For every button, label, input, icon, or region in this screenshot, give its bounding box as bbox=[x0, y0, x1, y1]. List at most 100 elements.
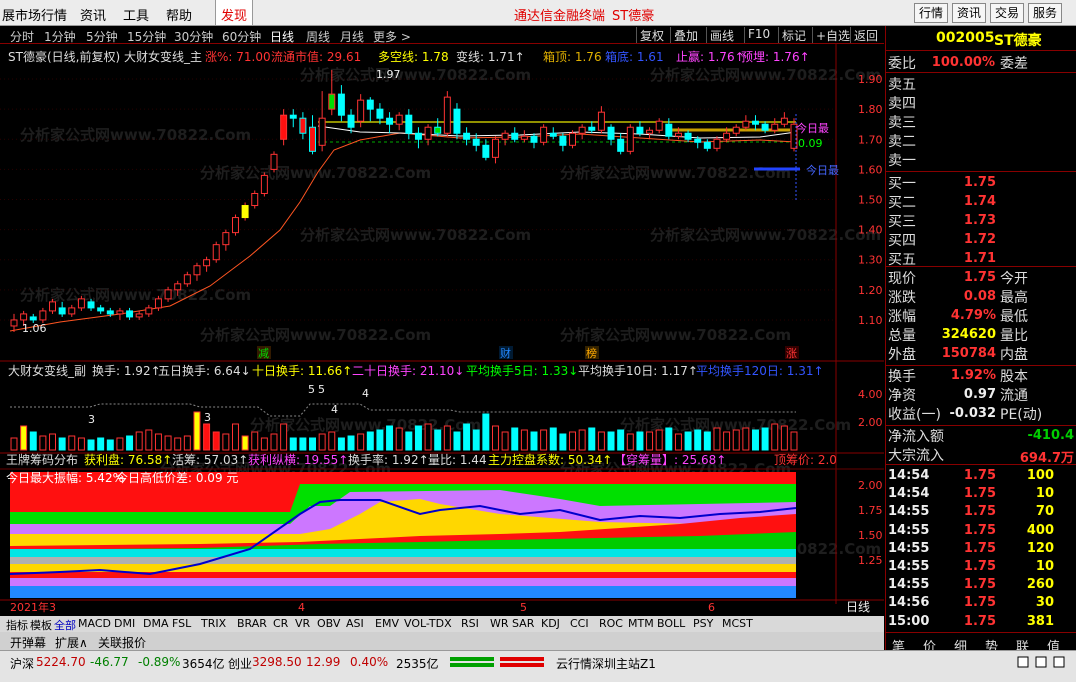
mark-button[interactable]: 标记 bbox=[778, 27, 806, 43]
event-rise[interactable]: 涨 bbox=[786, 347, 797, 360]
indicator-tab[interactable]: CR bbox=[273, 617, 288, 630]
indicator-tab[interactable]: BOLL bbox=[657, 617, 685, 630]
danmu-button[interactable]: 开弹幕 bbox=[10, 634, 46, 651]
turnover-bar bbox=[578, 429, 586, 451]
watermark-text: 分析家公式网www.70822.Com bbox=[200, 164, 431, 182]
event-finance[interactable]: 财 bbox=[500, 346, 511, 360]
chart-area[interactable]: 分析家公式网www.70822.Com 分析家公式网www.70822.Com 分析… bbox=[0, 44, 884, 616]
back-button[interactable]: 返回 bbox=[850, 27, 878, 43]
sub-hs: 换手: 1.92↑ bbox=[92, 364, 161, 378]
server-name[interactable]: 云行情深圳主站Z1 bbox=[556, 655, 656, 672]
quote-label: 总量 bbox=[888, 328, 916, 344]
ask-level: 卖五 bbox=[888, 77, 916, 93]
indicator-tab[interactable]: WR bbox=[490, 617, 509, 630]
candle bbox=[270, 151, 278, 173]
menu-news[interactable]: 资讯 bbox=[80, 5, 106, 24]
info-button[interactable]: 资讯 bbox=[952, 3, 986, 23]
tf-weekly[interactable]: 周线 bbox=[306, 28, 330, 45]
watermark-text: 分析家公式网www.70822.Com bbox=[650, 66, 881, 84]
related-quote-button[interactable]: 关联报价 bbox=[98, 634, 146, 651]
adjust-button[interactable]: 复权 bbox=[636, 27, 664, 43]
turnover-bar bbox=[723, 431, 731, 451]
turnover-bar bbox=[280, 423, 288, 451]
x-period[interactable]: 日线 bbox=[846, 600, 870, 614]
tick-price: 1.75 bbox=[963, 504, 996, 520]
turnover-bar bbox=[482, 413, 490, 451]
tick-time: 15:00 bbox=[888, 613, 930, 629]
tf-1min[interactable]: 1分钟 bbox=[44, 28, 76, 45]
indicator-tab[interactable]: SAR bbox=[512, 617, 534, 630]
indicator-tab[interactable]: KDJ bbox=[541, 617, 560, 630]
indicator-tab[interactable]: VOL-TDX bbox=[404, 617, 452, 630]
tf-15min[interactable]: 15分钟 bbox=[127, 28, 166, 45]
indicator-tab[interactable]: FSL bbox=[172, 617, 191, 630]
indicator-tab[interactable]: 全部 bbox=[54, 617, 76, 633]
service-button[interactable]: 服务 bbox=[1028, 3, 1062, 23]
indicator-tab[interactable]: BRAR bbox=[237, 617, 267, 630]
candle bbox=[443, 91, 451, 137]
turnover-bar bbox=[520, 429, 528, 451]
indicator-tab[interactable]: PSY bbox=[693, 617, 713, 630]
turnover-bar bbox=[742, 427, 750, 451]
candle bbox=[540, 124, 548, 146]
indicator-tab[interactable]: DMI bbox=[114, 617, 135, 630]
app-title: 通达信金融终端 bbox=[514, 9, 606, 24]
flow-label: 大宗流入 bbox=[888, 448, 944, 464]
indicator-tab[interactable]: CCI bbox=[570, 617, 589, 630]
tick-volume: 10 bbox=[1035, 559, 1054, 574]
indicator-tab[interactable]: VR bbox=[295, 617, 310, 630]
indicator-tab[interactable]: DMA bbox=[143, 617, 169, 630]
event-list[interactable]: 榜 bbox=[586, 346, 597, 360]
indicator-tab[interactable]: EMV bbox=[375, 617, 399, 630]
tf-60min[interactable]: 60分钟 bbox=[222, 28, 261, 45]
quote-label-right: 今开 bbox=[1000, 271, 1028, 287]
menu-discover[interactable]: 发现 bbox=[215, 0, 254, 25]
event-reduce[interactable]: 减 bbox=[258, 347, 269, 360]
trade-button[interactable]: 交易 bbox=[990, 3, 1024, 23]
turnover-bar bbox=[116, 437, 124, 451]
tick-price: 1.75 bbox=[963, 559, 996, 574]
quote-button[interactable]: 行情 bbox=[914, 3, 948, 23]
turnover-bar bbox=[703, 431, 711, 451]
ask-level: 卖二 bbox=[888, 134, 916, 150]
indicator-tab[interactable]: OBV bbox=[317, 617, 340, 630]
indicator-tab[interactable]: MTM bbox=[628, 617, 654, 630]
turnover-bar bbox=[713, 427, 721, 451]
turnover-bar bbox=[424, 423, 432, 451]
indicator-tab[interactable]: 模板 bbox=[30, 617, 52, 633]
tf-more[interactable]: 更多 > bbox=[373, 28, 411, 45]
tf-5min[interactable]: 5分钟 bbox=[86, 28, 118, 45]
turnover-bar bbox=[443, 425, 451, 451]
indicator-tab[interactable]: RSI bbox=[461, 617, 479, 630]
tick-time: 14:55 bbox=[888, 540, 930, 556]
turnover-bar bbox=[193, 411, 201, 451]
quote-label-right: 最高 bbox=[1000, 290, 1028, 306]
sub-mark-3: 5 bbox=[308, 383, 315, 396]
indicator-tab[interactable]: 指标 bbox=[6, 617, 28, 633]
turnover-bar bbox=[154, 433, 162, 451]
indicator-tab[interactable]: MACD bbox=[78, 617, 111, 630]
quote-label: 现价 bbox=[888, 271, 916, 287]
indicator-tab[interactable]: TRIX bbox=[201, 617, 226, 630]
sub-mark-4: 5 bbox=[318, 383, 325, 396]
menu-tools[interactable]: 工具 bbox=[123, 5, 149, 24]
indicator-tab[interactable]: ROC bbox=[599, 617, 623, 630]
menu-market[interactable]: 展市场行情 bbox=[2, 5, 67, 24]
indicator-tab[interactable]: ASI bbox=[346, 617, 364, 630]
overlay-button[interactable]: 叠加 bbox=[670, 27, 698, 43]
high-price-label: 1.97 bbox=[376, 68, 401, 81]
add-watch-button[interactable]: +自选 bbox=[812, 27, 850, 43]
menu-help[interactable]: 帮助 bbox=[166, 5, 192, 24]
sub-hs20: 二十日换手: 21.10↓ bbox=[352, 364, 464, 378]
indicator-tab[interactable]: MCST bbox=[722, 617, 753, 630]
tf-monthly[interactable]: 月线 bbox=[340, 28, 364, 45]
tf-daily[interactable]: 日线 bbox=[270, 28, 294, 45]
watermark-text: 分析家公式网www.70822.Com bbox=[650, 226, 881, 244]
axis-tick: 1.40 bbox=[858, 224, 883, 237]
tf-intraday[interactable]: 分时 bbox=[10, 28, 34, 45]
f10-button[interactable]: F10 bbox=[744, 27, 770, 43]
expand-button[interactable]: 扩展∧ bbox=[55, 634, 88, 651]
tf-30min[interactable]: 30分钟 bbox=[174, 28, 213, 45]
chip-distribution bbox=[9, 472, 797, 598]
draw-button[interactable]: 画线 bbox=[706, 27, 734, 43]
